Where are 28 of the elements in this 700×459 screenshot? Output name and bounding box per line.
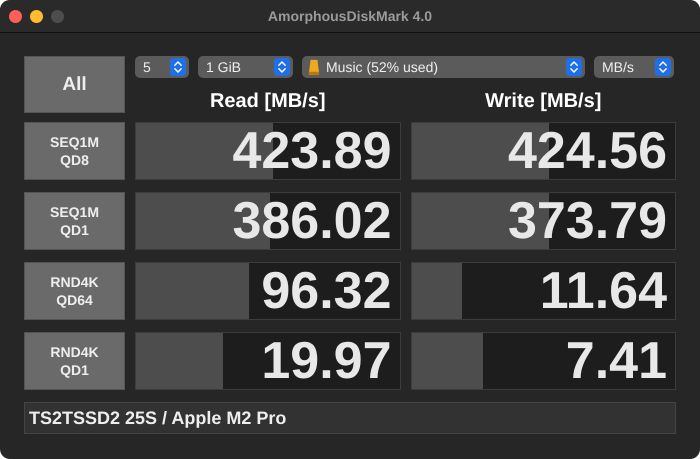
column-heading: Write [MB/s]	[484, 90, 602, 113]
chevrons-icon	[565, 58, 583, 76]
result-value: 373.79	[508, 195, 668, 247]
close-icon[interactable]	[9, 10, 22, 22]
popup-button[interactable]: Music (52% used)	[302, 56, 585, 78]
popup-button[interactable]: 5	[135, 56, 189, 78]
chevrons-icon	[169, 58, 187, 76]
test-button[interactable]: SEQ1M QD8	[24, 122, 125, 180]
result-value: 11.64	[540, 265, 668, 317]
chevrons-icon	[273, 58, 291, 76]
drive-icon	[308, 58, 320, 76]
minimize-icon[interactable]	[30, 10, 43, 22]
result-value: 424.56	[508, 125, 668, 177]
popup-button[interactable]: 1 GiB	[198, 56, 293, 78]
test-button[interactable]: SEQ1M QD1	[24, 192, 125, 250]
result-value: 423.89	[232, 125, 392, 177]
test-button[interactable]: RND4K QD1	[24, 332, 125, 390]
popup-button[interactable]: MB/s	[594, 56, 674, 78]
chevrons-icon	[654, 58, 672, 76]
result-value: 7.41	[566, 335, 668, 387]
column-heading: Read [MB/s]	[208, 90, 327, 113]
result-value: 96.32	[261, 265, 392, 317]
result-value: 386.02	[232, 195, 392, 247]
result-value: 19.97	[261, 335, 392, 387]
all-button[interactable]: All	[24, 56, 125, 113]
test-button[interactable]: RND4K QD64	[24, 262, 125, 320]
device-info-field[interactable]: TS2TSSD2 25S / Apple M2 Pro	[24, 402, 676, 434]
window-title: AmorphousDiskMark 4.0	[266, 8, 434, 24]
